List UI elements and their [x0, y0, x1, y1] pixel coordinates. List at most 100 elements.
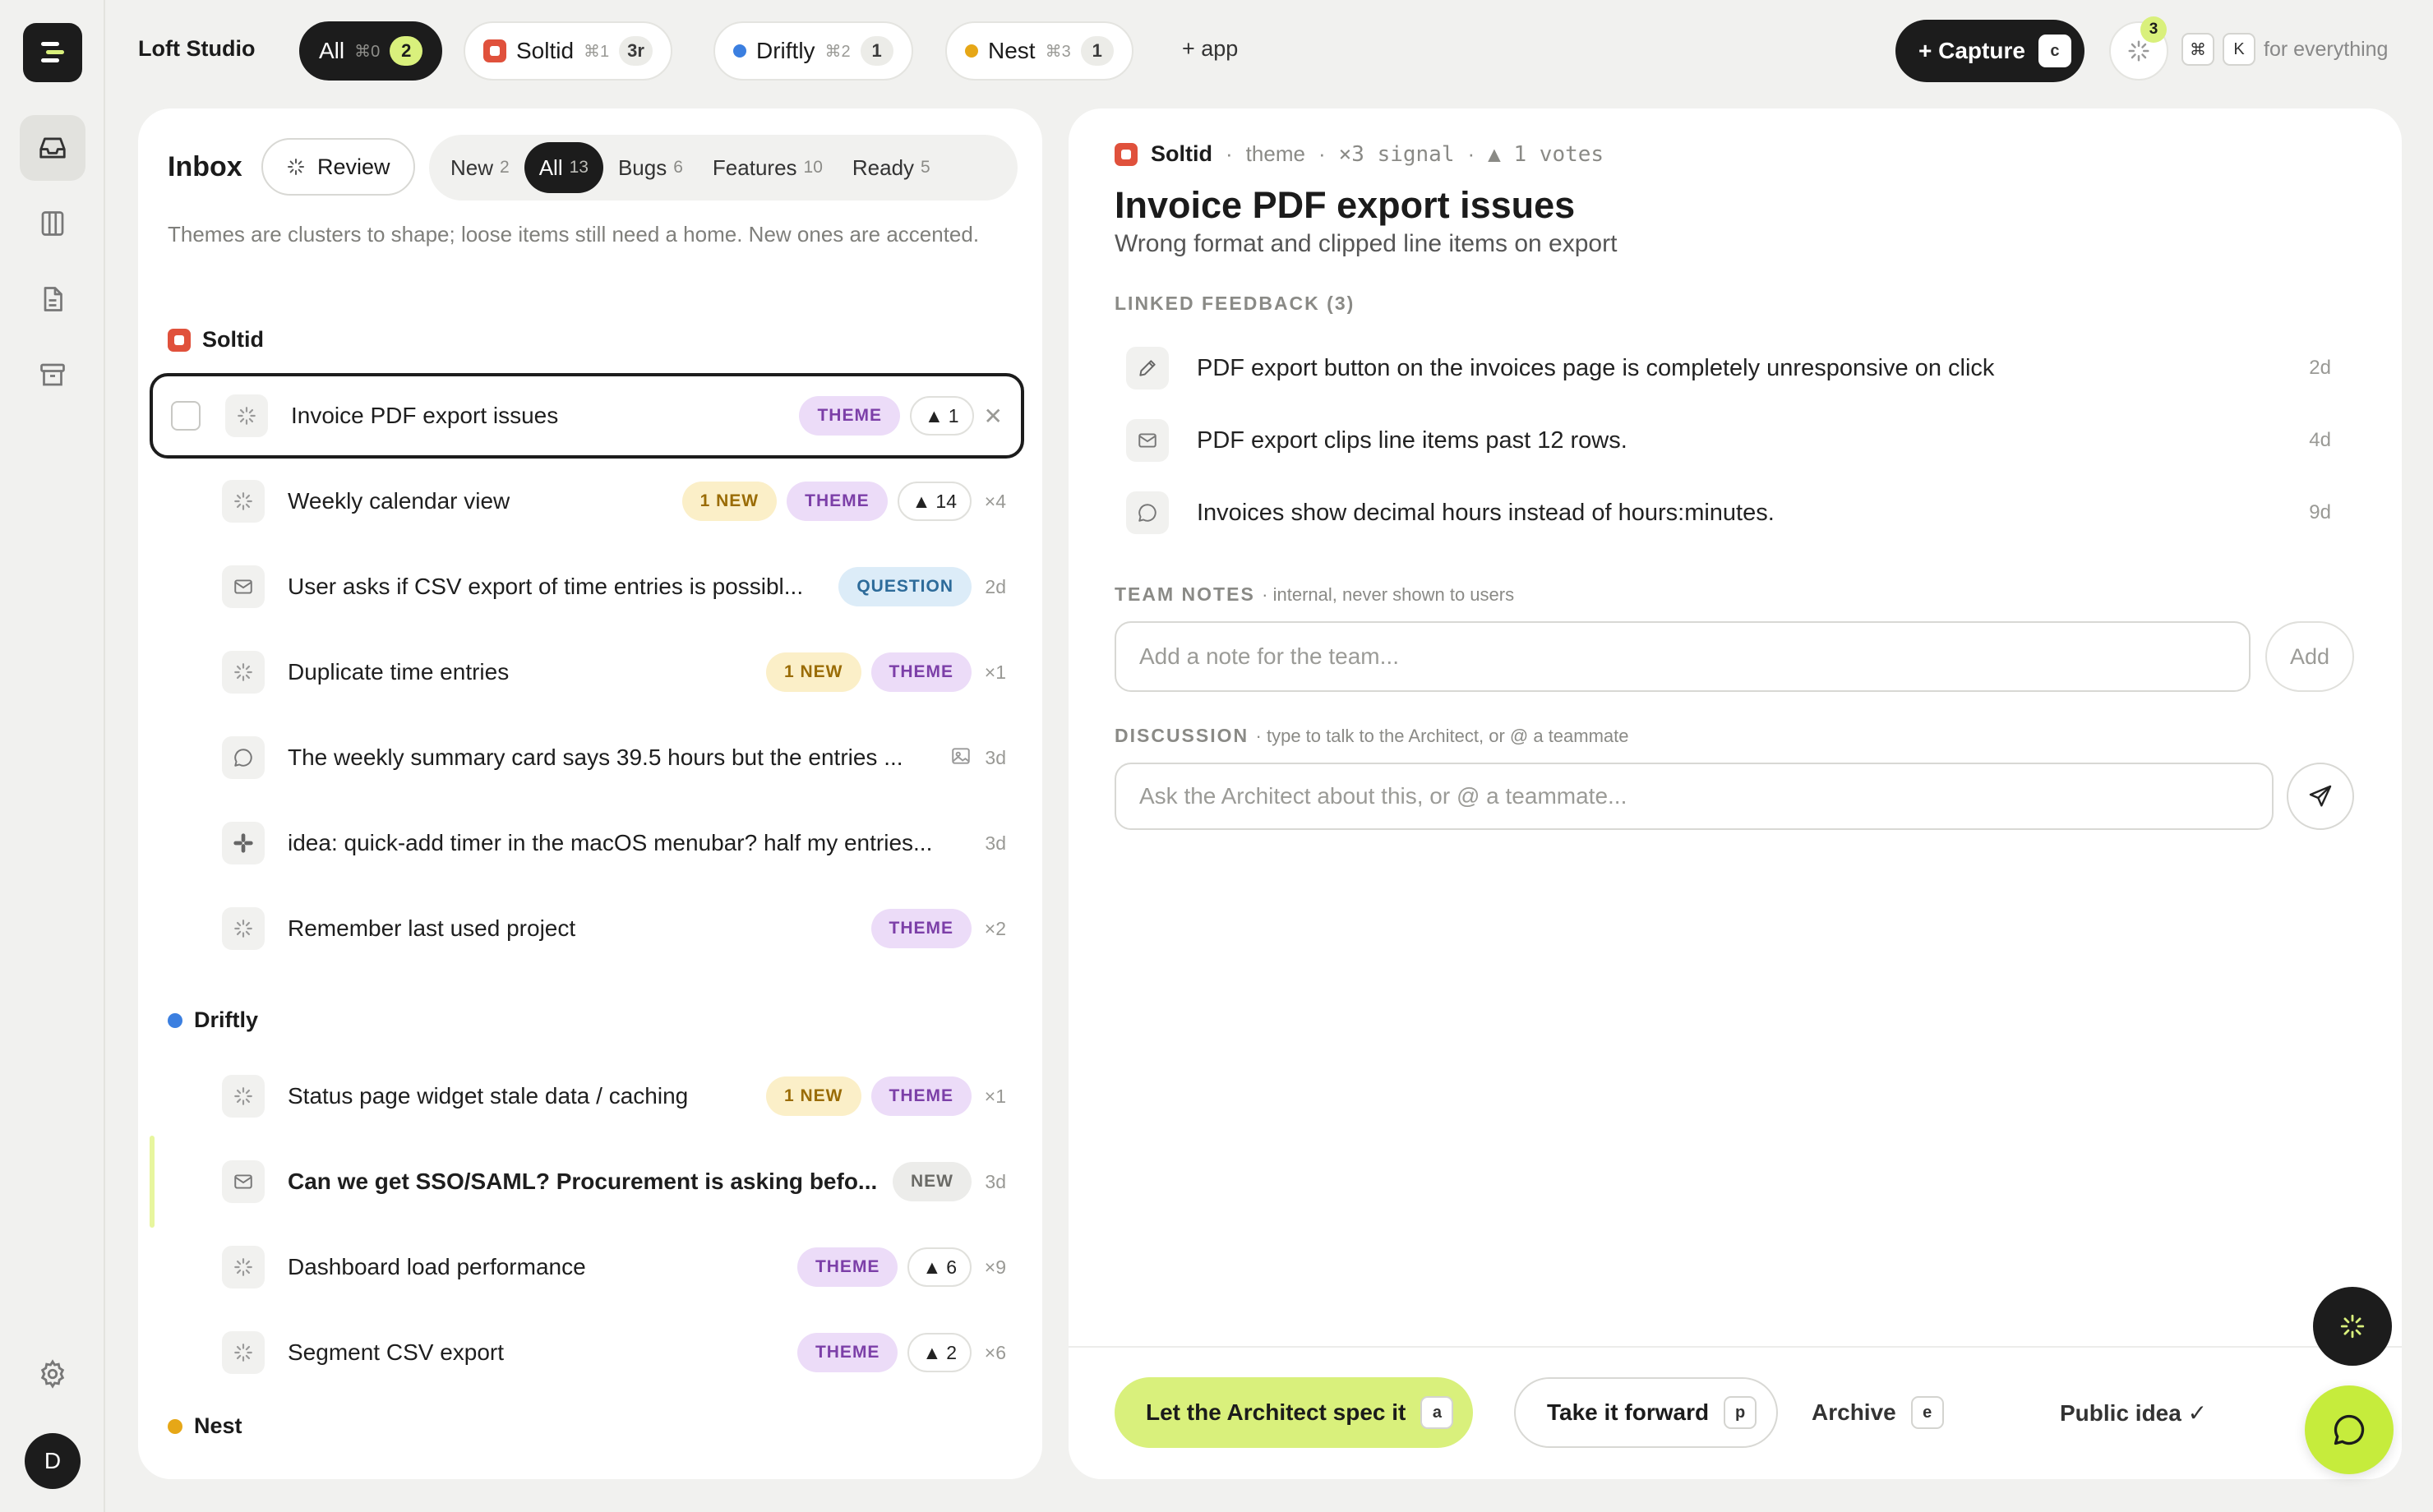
tab-label: Bugs: [617, 154, 667, 180]
item-title: The weekly summary card says 39.5 hours …: [288, 744, 903, 770]
app-filter-driftly[interactable]: Driftly ⌘2 1: [713, 21, 913, 81]
item-title: Can we get SSO/SAML? Procurement is aski…: [288, 1169, 878, 1194]
document-icon[interactable]: [20, 266, 85, 332]
upvote-icon: ▲: [922, 1256, 942, 1278]
list-item[interactable]: Can we get SSO/SAML? Procurement is aski…: [150, 1136, 1024, 1228]
vote-button[interactable]: ▲ 14: [897, 482, 972, 521]
upvote-icon: ▲: [924, 404, 944, 426]
item-age: 3d: [985, 1170, 1006, 1192]
list-item[interactable]: Remember last used project THEME ×2: [150, 886, 1024, 971]
item-title: Segment CSV export: [288, 1339, 505, 1365]
tab-all[interactable]: All 13: [524, 142, 603, 193]
vote-count: 1: [948, 404, 959, 426]
review-button[interactable]: Review: [261, 138, 415, 196]
list-item[interactable]: Segment CSV export THEME ▲ 2 ×6: [150, 1310, 1024, 1395]
tab-new[interactable]: New 2: [436, 142, 524, 193]
item-age: 3d: [985, 832, 1006, 854]
capture-button[interactable]: + Capture c: [1895, 20, 2084, 82]
architect-fab[interactable]: [2313, 1287, 2392, 1366]
list-item[interactable]: idea: quick-add timer in the macOS menub…: [150, 800, 1024, 886]
command-palette-hint[interactable]: ⌘ K for everything: [2181, 33, 2388, 66]
detail-actions: Let the Architect spec it a Take it forw…: [1069, 1346, 2402, 1479]
chat-fab[interactable]: [2305, 1385, 2394, 1474]
vote-button[interactable]: ▲ 6: [907, 1247, 972, 1287]
vote-count: 2: [946, 1341, 957, 1363]
team-note-placeholder: Add a note for the team...: [1139, 643, 1399, 669]
item-title: Weekly calendar view: [288, 488, 510, 514]
upvote-icon: ▲: [912, 490, 931, 512]
soltid-app-icon: [483, 39, 506, 62]
item-title: Remember last used project: [288, 915, 576, 941]
vote-button[interactable]: ▲ 1: [909, 396, 974, 436]
new-count-tag: 1 NEW: [765, 652, 861, 692]
app-filter-soltid[interactable]: Soltid ⌘1 3r: [464, 21, 672, 81]
sparkle-icon: [222, 1331, 265, 1374]
linked-feedback-item[interactable]: PDF export button on the invoices page i…: [1126, 335, 2351, 401]
take-forward-button[interactable]: Take it forward p: [1514, 1377, 1779, 1448]
architect-spec-button[interactable]: Let the Architect spec it a: [1115, 1377, 1474, 1448]
inbox-icon[interactable]: [20, 115, 85, 181]
add-note-button[interactable]: Add: [2265, 621, 2354, 692]
theme-tag: THEME: [796, 1333, 898, 1372]
tab-ready[interactable]: Ready 5: [838, 142, 945, 193]
sparkle-icon: [2340, 1314, 2365, 1339]
team-note-input[interactable]: Add a note for the team...: [1115, 621, 2251, 692]
archive-icon[interactable]: [20, 342, 85, 408]
sparkle-icon: [222, 1246, 265, 1288]
list-item[interactable]: Dashboard load performance THEME ▲ 6 ×9: [150, 1224, 1024, 1310]
soltid-app-icon: [1115, 142, 1138, 166]
avatar[interactable]: D: [25, 1433, 81, 1489]
sparkle-icon: [222, 480, 265, 523]
app-filter-count: 3r: [619, 36, 653, 66]
archive-button[interactable]: Archive e: [1780, 1377, 1964, 1448]
vote-button[interactable]: ▲ 2: [907, 1333, 972, 1372]
close-icon[interactable]: ✕: [984, 403, 1003, 430]
tab-label: New: [450, 154, 494, 180]
app-logo-icon[interactable]: [23, 23, 82, 82]
detail-kind: theme: [1245, 141, 1305, 166]
detail-panel: Soltid · theme · ×3 signal · ▲ 1 votes I…: [1069, 108, 2402, 1479]
spec-shortcut: a: [1420, 1396, 1454, 1429]
linked-feedback-item[interactable]: PDF export clips line items past 12 rows…: [1126, 408, 2351, 473]
chat-icon: [2334, 1414, 2365, 1445]
app-filter-all[interactable]: All ⌘0 2: [299, 21, 443, 81]
tab-bugs[interactable]: Bugs 6: [603, 142, 698, 193]
public-idea-toggle[interactable]: Public idea ✓: [2029, 1377, 2227, 1448]
tab-label: Ready: [852, 154, 915, 180]
app-filter-nest[interactable]: Nest ⌘3 1: [945, 21, 1133, 81]
app-filter-count: 2: [390, 36, 423, 66]
list-item[interactable]: Duplicate time entries 1 NEW THEME ×1: [150, 629, 1024, 715]
theme-tag: THEME: [870, 909, 972, 948]
app-filter-label: Nest: [988, 38, 1036, 63]
list-item[interactable]: The weekly summary card says 39.5 hours …: [150, 715, 1024, 800]
signal-count: ×2: [984, 917, 1006, 939]
item-title: Status page widget stale data / caching: [288, 1083, 689, 1109]
inbox-filter-tabs: New 2 All 13 Bugs 6 Features 10 Ready 5: [429, 135, 1018, 201]
add-app-button[interactable]: + app: [1182, 36, 1238, 62]
list-item[interactable]: User asks if CSV export of time entries …: [150, 544, 1024, 629]
board-icon[interactable]: [20, 191, 85, 256]
group-header-driftly: Driftly: [168, 1007, 258, 1033]
tab-features[interactable]: Features 10: [698, 142, 838, 193]
linked-feedback-item[interactable]: Invoices show decimal hours instead of h…: [1126, 480, 2351, 546]
app-filter-label: Soltid: [516, 38, 575, 63]
tab-count: 5: [921, 158, 930, 177]
feedback-age: 9d: [2309, 501, 2331, 523]
discussion-input[interactable]: Ask the Architect about this, or @ a tea…: [1115, 763, 2274, 830]
list-item[interactable]: Weekly calendar view 1 NEW THEME ▲ 14 ×4: [150, 459, 1024, 544]
question-tag: QUESTION: [838, 567, 972, 606]
nest-dot-icon: [168, 1418, 182, 1434]
list-item[interactable]: Invoice PDF export issues THEME ▲ 1 ✕: [150, 373, 1024, 459]
theme-tag: THEME: [796, 1247, 898, 1287]
select-checkbox[interactable]: [171, 401, 201, 431]
list-item[interactable]: Status page widget stale data / caching …: [150, 1053, 1024, 1139]
archive-shortcut: e: [1910, 1396, 1944, 1429]
new-count-tag: 1 NEW: [765, 1076, 861, 1116]
driftly-dot-icon: [168, 1012, 182, 1028]
capture-label: + Capture: [1918, 38, 2025, 63]
separator: ·: [1318, 141, 1326, 166]
gear-icon[interactable]: [20, 1341, 85, 1407]
send-button[interactable]: [2287, 763, 2354, 830]
linked-feedback-label: LINKED FEEDBACK (3): [1115, 293, 1355, 314]
feedback-text: Invoices show decimal hours instead of h…: [1197, 499, 1775, 526]
